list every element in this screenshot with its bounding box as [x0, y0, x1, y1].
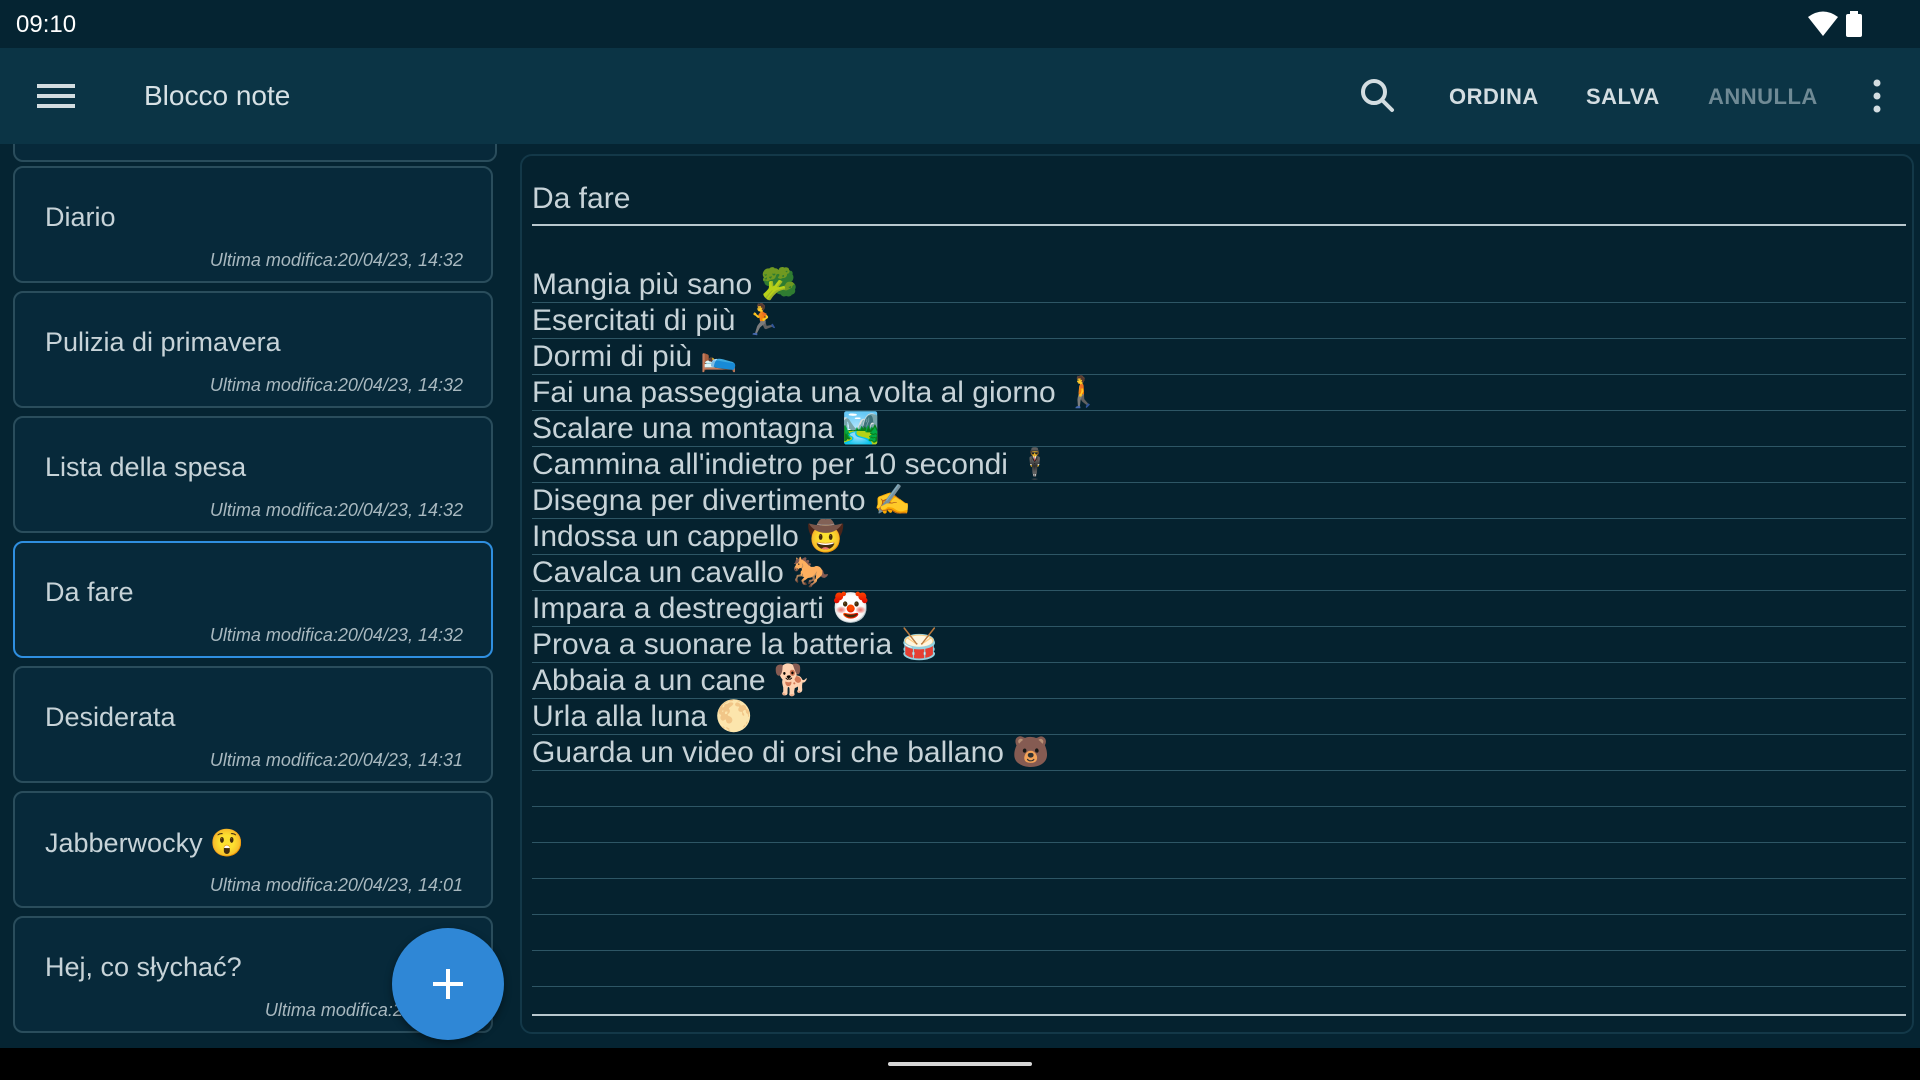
note-line [532, 807, 1906, 843]
note-card[interactable]: Pulizia di primavera Ultima modifica:20/… [13, 291, 493, 408]
note-line: Indossa un cappello 🤠 [532, 519, 1906, 555]
body-bottom-rule [532, 1014, 1906, 1016]
note-card-selected[interactable]: Da fare Ultima modifica:20/04/23, 14:32 [13, 541, 493, 658]
note-date: Ultima modifica:20/04/23, 14:31 [209, 750, 463, 770]
note-line: Disegna per divertimento ✍️ [532, 483, 1906, 519]
note-line: Impara a destreggiarti 🤡 [532, 591, 1906, 627]
wifi-icon [1808, 11, 1838, 42]
status-bar: 09:10 [0, 0, 1920, 48]
note-line: Scalare una montagna 🏞️ [532, 411, 1906, 447]
note-card[interactable]: Diario Ultima modifica:20/04/23, 14:32 [13, 166, 493, 283]
note-title: Diario [45, 202, 116, 232]
note-card[interactable]: Desiderata Ultima modifica:20/04/23, 14:… [13, 666, 493, 783]
note-line: Esercitati di più 🏃 [532, 303, 1906, 339]
add-note-button[interactable] [392, 928, 504, 1040]
app-bar: Blocco note ORDINA SALVA ANNULLA [0, 48, 1920, 144]
note-line: Cammina all'indietro per 10 secondi 🕴️ [532, 447, 1906, 483]
note-line: Prova a suonare la batteria 🥁 [532, 627, 1906, 663]
home-handle[interactable] [888, 1062, 1032, 1066]
note-date: Ultima modifica:20/04/23, 14:32 [209, 375, 463, 395]
note-line: Urla alla luna 🌕 [532, 699, 1906, 735]
app-title: Blocco note [144, 80, 291, 111]
notes-list[interactable]: Diario Ultima modifica:20/04/23, 14:32 P… [0, 144, 512, 1048]
save-button[interactable]: SALVA [1586, 84, 1660, 110]
note-line: Cavalca un cavallo 🐎 [532, 555, 1906, 591]
note-line: Guarda un video di orsi che ballano 🐻 [532, 735, 1906, 771]
note-title: Pulizia di primavera [45, 327, 281, 357]
sort-button[interactable]: ORDINA [1449, 84, 1539, 110]
note-title: Jabberwocky 😲 [45, 828, 244, 858]
note-line [532, 879, 1906, 915]
plus-icon [392, 928, 504, 1040]
navigation-bar [0, 1048, 1920, 1080]
note-title: Desiderata [45, 702, 176, 732]
note-line [532, 843, 1906, 879]
note-card[interactable]: Lista della spesa Ultima modifica:20/04/… [13, 416, 493, 533]
note-date: Ultima modifica:20/04/23, 14:32 [209, 250, 463, 270]
note-date: Ultima modifica:20/04/23, 14:01 [209, 875, 463, 895]
note-line [532, 951, 1906, 987]
search-icon[interactable] [1350, 68, 1406, 124]
note-editor: Da fare Mangia più sano 🥦 Esercitati di … [520, 154, 1914, 1034]
note-card[interactable]: Jabberwocky 😲 Ultima modifica:20/04/23, … [13, 791, 493, 908]
title-underline [532, 224, 1906, 226]
note-title: Hej, co słychać? [45, 952, 242, 982]
note-line [532, 915, 1906, 951]
cancel-button[interactable]: ANNULLA [1708, 84, 1818, 110]
note-card-partial[interactable] [13, 144, 497, 162]
note-line: Dormi di più 🛌 [532, 339, 1906, 375]
more-vert-icon[interactable] [1862, 76, 1892, 116]
note-line: Mangia più sano 🥦 [532, 267, 1906, 303]
note-title: Lista della spesa [45, 452, 247, 482]
note-title: Da fare [45, 577, 134, 607]
note-body-field[interactable]: Mangia più sano 🥦 Esercitati di più 🏃 Do… [532, 267, 1906, 987]
status-time: 09:10 [16, 11, 77, 38]
note-date: Ultima modifica:20/04/23, 14:32 [209, 625, 463, 645]
note-title-field[interactable]: Da fare [532, 182, 630, 216]
hamburger-menu-icon[interactable] [28, 70, 84, 122]
note-date: Ultima modifica:20/04/23, 14:32 [209, 500, 463, 520]
note-line: Fai una passeggiata una volta al giorno … [532, 375, 1906, 411]
note-line [532, 771, 1906, 807]
battery-icon [1846, 11, 1862, 42]
note-line: Abbaia a un cane 🐕 [532, 663, 1906, 699]
